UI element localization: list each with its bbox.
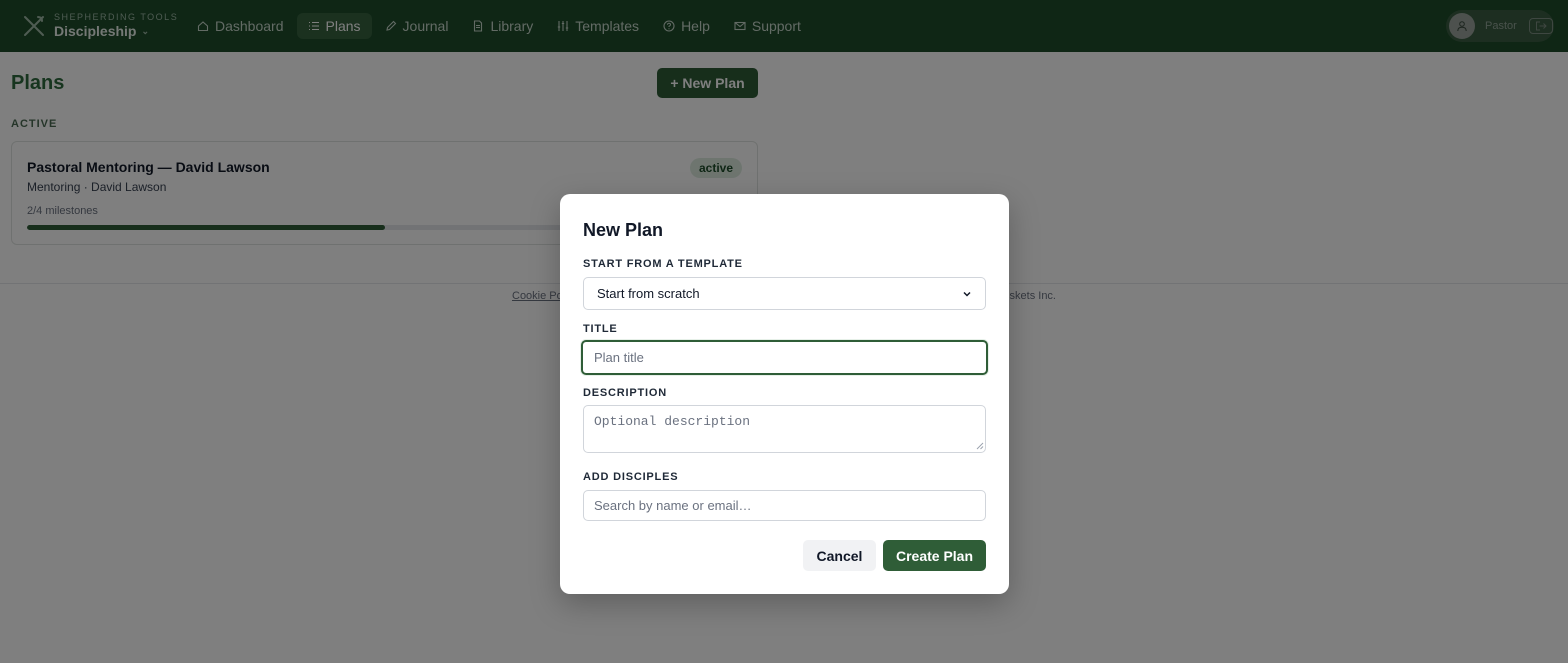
template-select[interactable]: Start from scratch [583,277,986,310]
create-plan-button[interactable]: Create Plan [883,540,986,571]
cancel-button[interactable]: Cancel [803,540,876,571]
modal-title: New Plan [583,220,664,240]
template-label: START FROM A TEMPLATE [583,258,743,270]
template-select-value: Start from scratch [597,286,700,301]
description-label: DESCRIPTION [583,387,667,399]
chevron-down-icon [963,291,971,297]
disciples-label: ADD DISCIPLES [583,471,679,483]
description-textarea[interactable] [583,405,986,453]
new-plan-dialog: New Plan START FROM A TEMPLATE Start fro… [560,194,1009,594]
disciples-search-input[interactable] [583,490,986,521]
resize-grip-icon[interactable] [976,442,984,450]
plan-title-input[interactable] [581,340,988,375]
title-label: TITLE [583,323,618,335]
